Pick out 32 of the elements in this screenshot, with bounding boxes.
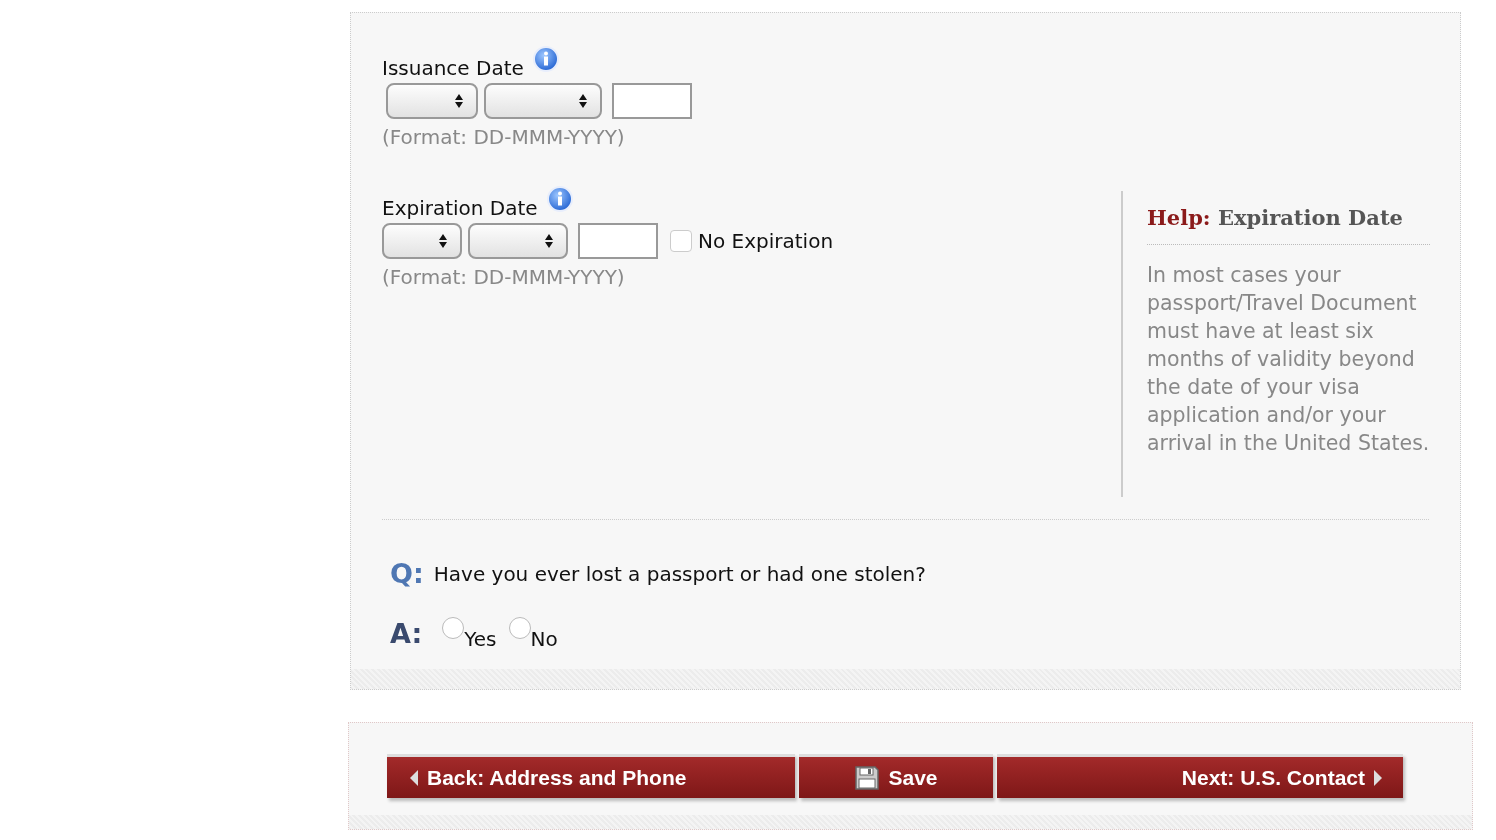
info-icon[interactable]: [545, 185, 574, 213]
question-marker: Q:: [390, 558, 424, 589]
help-heading: Help: Expiration Date: [1147, 191, 1430, 245]
up-down-arrows-icon: [578, 93, 588, 109]
info-icon[interactable]: [531, 45, 560, 73]
radio-label: No: [530, 627, 558, 651]
checkbox-label: No Expiration: [698, 229, 834, 253]
day-dropdown[interactable]: [382, 223, 462, 259]
back-button[interactable]: Back: Address and Phone: [387, 754, 795, 798]
left-arrow-icon: [409, 768, 419, 787]
radio-button[interactable]: [442, 617, 465, 639]
up-down-arrows-icon: [454, 93, 464, 109]
month-dropdown[interactable]: [468, 223, 568, 259]
radio-label: Yes: [464, 627, 497, 651]
help-text: In most cases your passport/Travel Document must have at least six months of validity beyond the date of your visa application and/or your arrival in the United States.: [1147, 262, 1430, 457]
up-down-arrows-icon: [438, 233, 448, 249]
up-down-arrows-icon: [544, 233, 554, 249]
field-label: Issuance Date: [382, 55, 524, 81]
right-arrow-icon: [1373, 768, 1383, 787]
year-field[interactable]: [612, 83, 692, 119]
format-hint: (Format: DD-MMM-YYYY): [382, 265, 626, 289]
field-label: Expiration Date: [382, 195, 538, 221]
month-dropdown[interactable]: [484, 83, 602, 119]
format-hint: (Format: DD-MMM-YYYY): [382, 125, 626, 149]
year-field[interactable]: [578, 223, 658, 259]
radio-button[interactable]: [508, 617, 531, 639]
question-text: Have you ever lost a passport or had one stolen?: [433, 561, 926, 586]
day-dropdown[interactable]: [386, 83, 478, 119]
answer-marker: A:: [390, 617, 423, 649]
save-button[interactable]: Save: [799, 754, 993, 798]
checkbox[interactable]: [670, 230, 692, 252]
next-button[interactable]: Next: U.S. Contact: [997, 754, 1403, 798]
